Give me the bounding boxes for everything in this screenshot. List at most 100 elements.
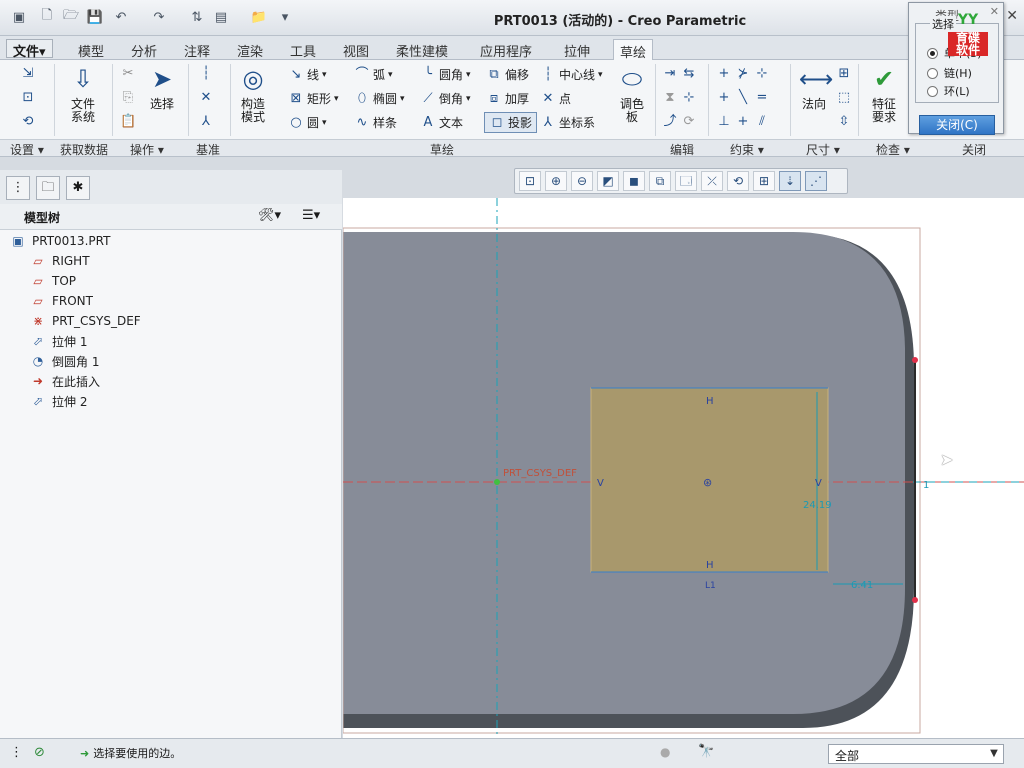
circle-button[interactable]: ○ 圆 ▾ <box>288 114 326 131</box>
sketch-view-icon[interactable]: ⇣ <box>779 171 801 191</box>
radio-single-indicator[interactable] <box>927 47 938 59</box>
new-file-icon[interactable]: 🗋 <box>38 8 56 26</box>
tree-item-csys[interactable]: ⋇ PRT_CSYS_DEF <box>30 312 141 330</box>
radio-loop[interactable]: 环(L) <box>927 83 970 99</box>
regenerate-icon[interactable]: ⇅ <box>188 8 206 26</box>
modify-icon[interactable]: ⇥ ⇆ <box>662 66 697 82</box>
group-inspect[interactable]: 检查 ▾ <box>876 141 910 158</box>
customize-toolbar-icon[interactable]: ▾ <box>276 8 294 26</box>
tree-item-extrude-2[interactable]: ⬀ 拉伸 2 <box>30 392 87 410</box>
offset-dimension[interactable]: 6.41 <box>851 580 873 591</box>
delete-segment-icon[interactable]: ⤴ ⟳ <box>662 114 697 130</box>
coordinate-system-button[interactable]: ⅄ 坐标系 <box>540 114 595 131</box>
spin-center-icon[interactable]: ⟲ <box>727 171 749 191</box>
tab-flexible-modeling[interactable]: 柔性建模 <box>390 39 454 60</box>
display-style-icon[interactable]: ◼ <box>623 171 645 191</box>
tab-sketch[interactable]: 草绘 <box>613 39 654 61</box>
point-button[interactable]: ✕ 点 <box>540 90 571 107</box>
paste-icon[interactable]: 📋 <box>120 114 136 130</box>
constraint-vertical-icon[interactable]: + ⊁ ⊹ <box>716 66 770 82</box>
file-system-button[interactable]: ⇩ 文件 系统 <box>60 64 106 124</box>
palette-button[interactable]: ⬭ 调色 板 <box>612 64 652 124</box>
refit-icon[interactable]: ⊡ <box>519 171 541 191</box>
radio-chain[interactable]: 链(H) <box>927 65 972 81</box>
spline-button[interactable]: ∿ 样条 <box>354 114 397 131</box>
radio-chain-indicator[interactable] <box>927 67 938 79</box>
radio-loop-indicator[interactable] <box>927 85 938 97</box>
csys-origin-point[interactable] <box>494 479 500 485</box>
browser-toggle-icon[interactable]: ⊘ <box>34 745 45 760</box>
tree-item-right[interactable]: ▱ RIGHT <box>30 252 89 270</box>
reference-dim-icon[interactable]: ⬚ <box>836 90 852 106</box>
feature-requirements-button[interactable]: ✔ 特征 要求 <box>862 64 906 124</box>
sketch-canvas[interactable]: H H V V L1 24.19 6.41 PRT_CSYS_DEF 1 ⊛ <box>342 198 1024 738</box>
tab-applications[interactable]: 应用程序 <box>474 39 538 60</box>
normal-dimension-button[interactable]: ⟷ 法向 <box>794 64 834 111</box>
navigator-toggle-icon[interactable]: ⋮ <box>10 745 23 760</box>
constraint-horizontal-icon[interactable]: + ╲ = <box>716 90 770 106</box>
offset-button[interactable]: ⧉ 偏移 <box>486 66 529 83</box>
fillet-button[interactable]: ╰ 圆角 ▾ <box>420 66 470 83</box>
cut-icon[interactable]: ✂ <box>120 66 136 82</box>
chamfer-button[interactable]: ⟋ 倒角 ▾ <box>420 90 470 107</box>
select-button[interactable]: ➤ 选择 <box>142 64 182 111</box>
datum-csys-icon[interactable]: ⅄ <box>198 114 214 130</box>
close-window-icon[interactable]: 📁 <box>250 8 268 26</box>
tab-tools[interactable]: 工具 <box>284 39 322 60</box>
tree-settings-icon[interactable]: 🛠▾ <box>258 208 281 223</box>
selection-filter-select[interactable]: 全部 ▼ <box>828 744 1004 764</box>
undo-icon[interactable]: ↶ <box>112 8 130 26</box>
annotation-display-icon[interactable]: ⊞ <box>753 171 775 191</box>
mirror-icon[interactable]: ⧗ ⊹ <box>662 90 697 106</box>
zoom-in-icon[interactable]: ⊕ <box>545 171 567 191</box>
repaint-icon[interactable]: ◩ <box>597 171 619 191</box>
tab-analysis[interactable]: 分析 <box>125 39 163 60</box>
chevron-down-icon[interactable]: ▼ <box>987 745 1001 763</box>
close-icon[interactable]: ✕ <box>1006 8 1018 24</box>
saved-orientations-icon[interactable]: ⧉ <box>649 171 671 191</box>
tab-extrude[interactable]: 拉伸 <box>558 39 596 60</box>
tree-item-top[interactable]: ▱ TOP <box>30 272 76 290</box>
save-icon[interactable]: 💾 <box>86 8 104 26</box>
close-button[interactable]: 关闭(C) <box>919 115 995 135</box>
sketch-view-icon[interactable]: ⟲ <box>20 114 36 130</box>
file-menu-button[interactable]: 文件▾ <box>6 39 53 60</box>
thicken-button[interactable]: ⧈ 加厚 <box>486 90 529 107</box>
tree-item-part[interactable]: ▣ PRT0013.PRT <box>10 232 110 250</box>
tree-item-round-1[interactable]: ◔ 倒圆角 1 <box>30 352 100 370</box>
tree-item-extrude-1[interactable]: ⬀ 拉伸 1 <box>30 332 87 350</box>
tab-model[interactable]: 模型 <box>72 39 110 60</box>
view-manager-icon[interactable]: 🗔 <box>675 171 697 191</box>
group-constrain[interactable]: 约束 ▾ <box>730 141 764 158</box>
perimeter-icon[interactable]: ⊞ <box>836 66 852 82</box>
reference-icon[interactable]: ⊡ <box>20 90 36 106</box>
datum-display-icon[interactable]: ⤫ <box>701 171 723 191</box>
height-dimension[interactable]: 24.19 <box>803 500 832 511</box>
group-setup[interactable]: 设置 ▾ <box>10 141 44 158</box>
favorites-tab-icon[interactable]: ✱ <box>66 176 90 200</box>
folder-browser-tab-icon[interactable]: 🗀 <box>36 176 60 200</box>
tree-item-insert-here[interactable]: ➜ 在此插入 <box>30 372 100 390</box>
constraint-perpendicular-icon[interactable]: ⊥ + ⫽ <box>716 114 770 130</box>
copy-icon[interactable]: ⎘ <box>120 90 136 106</box>
tab-view[interactable]: 视图 <box>337 39 375 60</box>
graphics-window[interactable]: H H V V L1 24.19 6.41 PRT_CSYS_DEF 1 ⊛ ➤ <box>342 198 1024 738</box>
tab-render[interactable]: 渲染 <box>231 39 269 60</box>
windows-icon[interactable]: ▤ <box>212 8 230 26</box>
project-button[interactable]: ◻ 投影 <box>484 112 538 133</box>
model-tree-tab-icon[interactable]: ⋮ <box>6 176 30 200</box>
tree-item-front[interactable]: ▱ FRONT <box>30 292 93 310</box>
datum-point-icon[interactable]: ✕ <box>198 90 214 106</box>
open-file-icon[interactable]: 🗁 <box>62 8 80 26</box>
tree-columns-icon[interactable]: ☰▾ <box>302 208 320 223</box>
redo-icon[interactable]: ↷ <box>150 8 168 26</box>
tab-annotate[interactable]: 注释 <box>178 39 216 60</box>
baseline-icon[interactable]: ⇳ <box>836 114 852 130</box>
line-button[interactable]: ↘ 线 ▾ <box>288 66 327 83</box>
ellipse-button[interactable]: ⬯ 椭圆 ▾ <box>354 90 405 107</box>
datum-centerline-icon[interactable]: ┆ <box>198 66 214 82</box>
arc-button[interactable]: ⌒ 弧 ▾ <box>354 66 392 83</box>
text-button[interactable]: A 文本 <box>420 114 463 131</box>
group-operations[interactable]: 操作 ▾ <box>130 141 164 158</box>
dialog-close-icon[interactable]: ✕ <box>990 5 999 18</box>
